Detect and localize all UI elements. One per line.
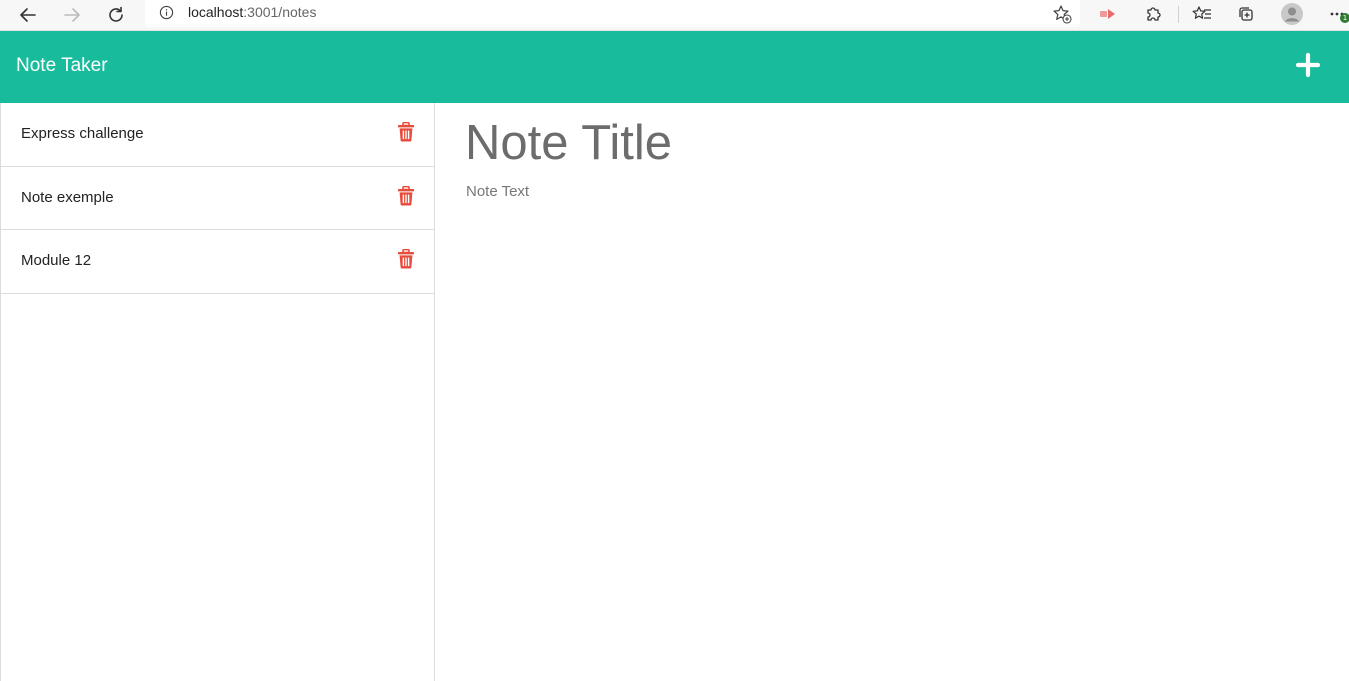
url-host: localhost [188, 4, 244, 20]
puzzle-icon [1147, 7, 1161, 21]
note-title-input[interactable] [465, 113, 1305, 173]
collections-icon [1239, 7, 1253, 21]
list-item[interactable]: Express challenge [1, 103, 434, 167]
note-editor [435, 103, 1349, 681]
media-cast-icon [1100, 9, 1115, 19]
note-text-input[interactable] [466, 183, 1306, 663]
forward-button[interactable] [60, 3, 84, 27]
collections-button[interactable] [1234, 2, 1258, 26]
toolbar-divider [1178, 6, 1179, 23]
browser-toolbar: localhost:3001/notes 1 [0, 0, 1349, 31]
note-item-title[interactable]: Express challenge [21, 125, 144, 142]
favorites-button[interactable] [1190, 2, 1214, 26]
trash-icon[interactable] [397, 185, 415, 206]
extension-button[interactable] [1096, 2, 1120, 26]
trash-icon[interactable] [397, 122, 415, 142]
avatar-icon [1281, 3, 1303, 25]
list-item[interactable]: Note exemple [1, 167, 434, 230]
plus-icon [1295, 52, 1321, 78]
list-item[interactable]: Module 12 [1, 230, 434, 294]
note-list: Express challenge Note exemple Module 12 [0, 103, 435, 681]
add-favorite-icon[interactable] [1051, 3, 1073, 25]
info-icon[interactable] [159, 5, 174, 20]
address-bar[interactable]: localhost:3001/notes [145, 0, 1080, 27]
back-button[interactable] [16, 3, 40, 27]
update-badge: 1 [1340, 13, 1349, 23]
refresh-icon [109, 6, 123, 22]
extensions-button[interactable] [1141, 2, 1165, 26]
new-note-button[interactable] [1294, 51, 1322, 79]
trash-icon[interactable] [397, 249, 415, 269]
note-item-title[interactable]: Module 12 [21, 252, 91, 269]
app-header: Note Taker [0, 31, 1349, 103]
note-item-title[interactable]: Note exemple [21, 189, 114, 206]
arrow-right-icon [64, 8, 80, 22]
url-text[interactable]: localhost:3001/notes [188, 4, 316, 20]
arrow-left-icon [20, 8, 36, 22]
favorites-star-icon [1192, 6, 1211, 19]
url-path: :3001/notes [243, 4, 317, 20]
refresh-button[interactable] [104, 3, 128, 27]
app-title: Note Taker [16, 55, 108, 76]
profile-button[interactable] [1280, 2, 1304, 26]
